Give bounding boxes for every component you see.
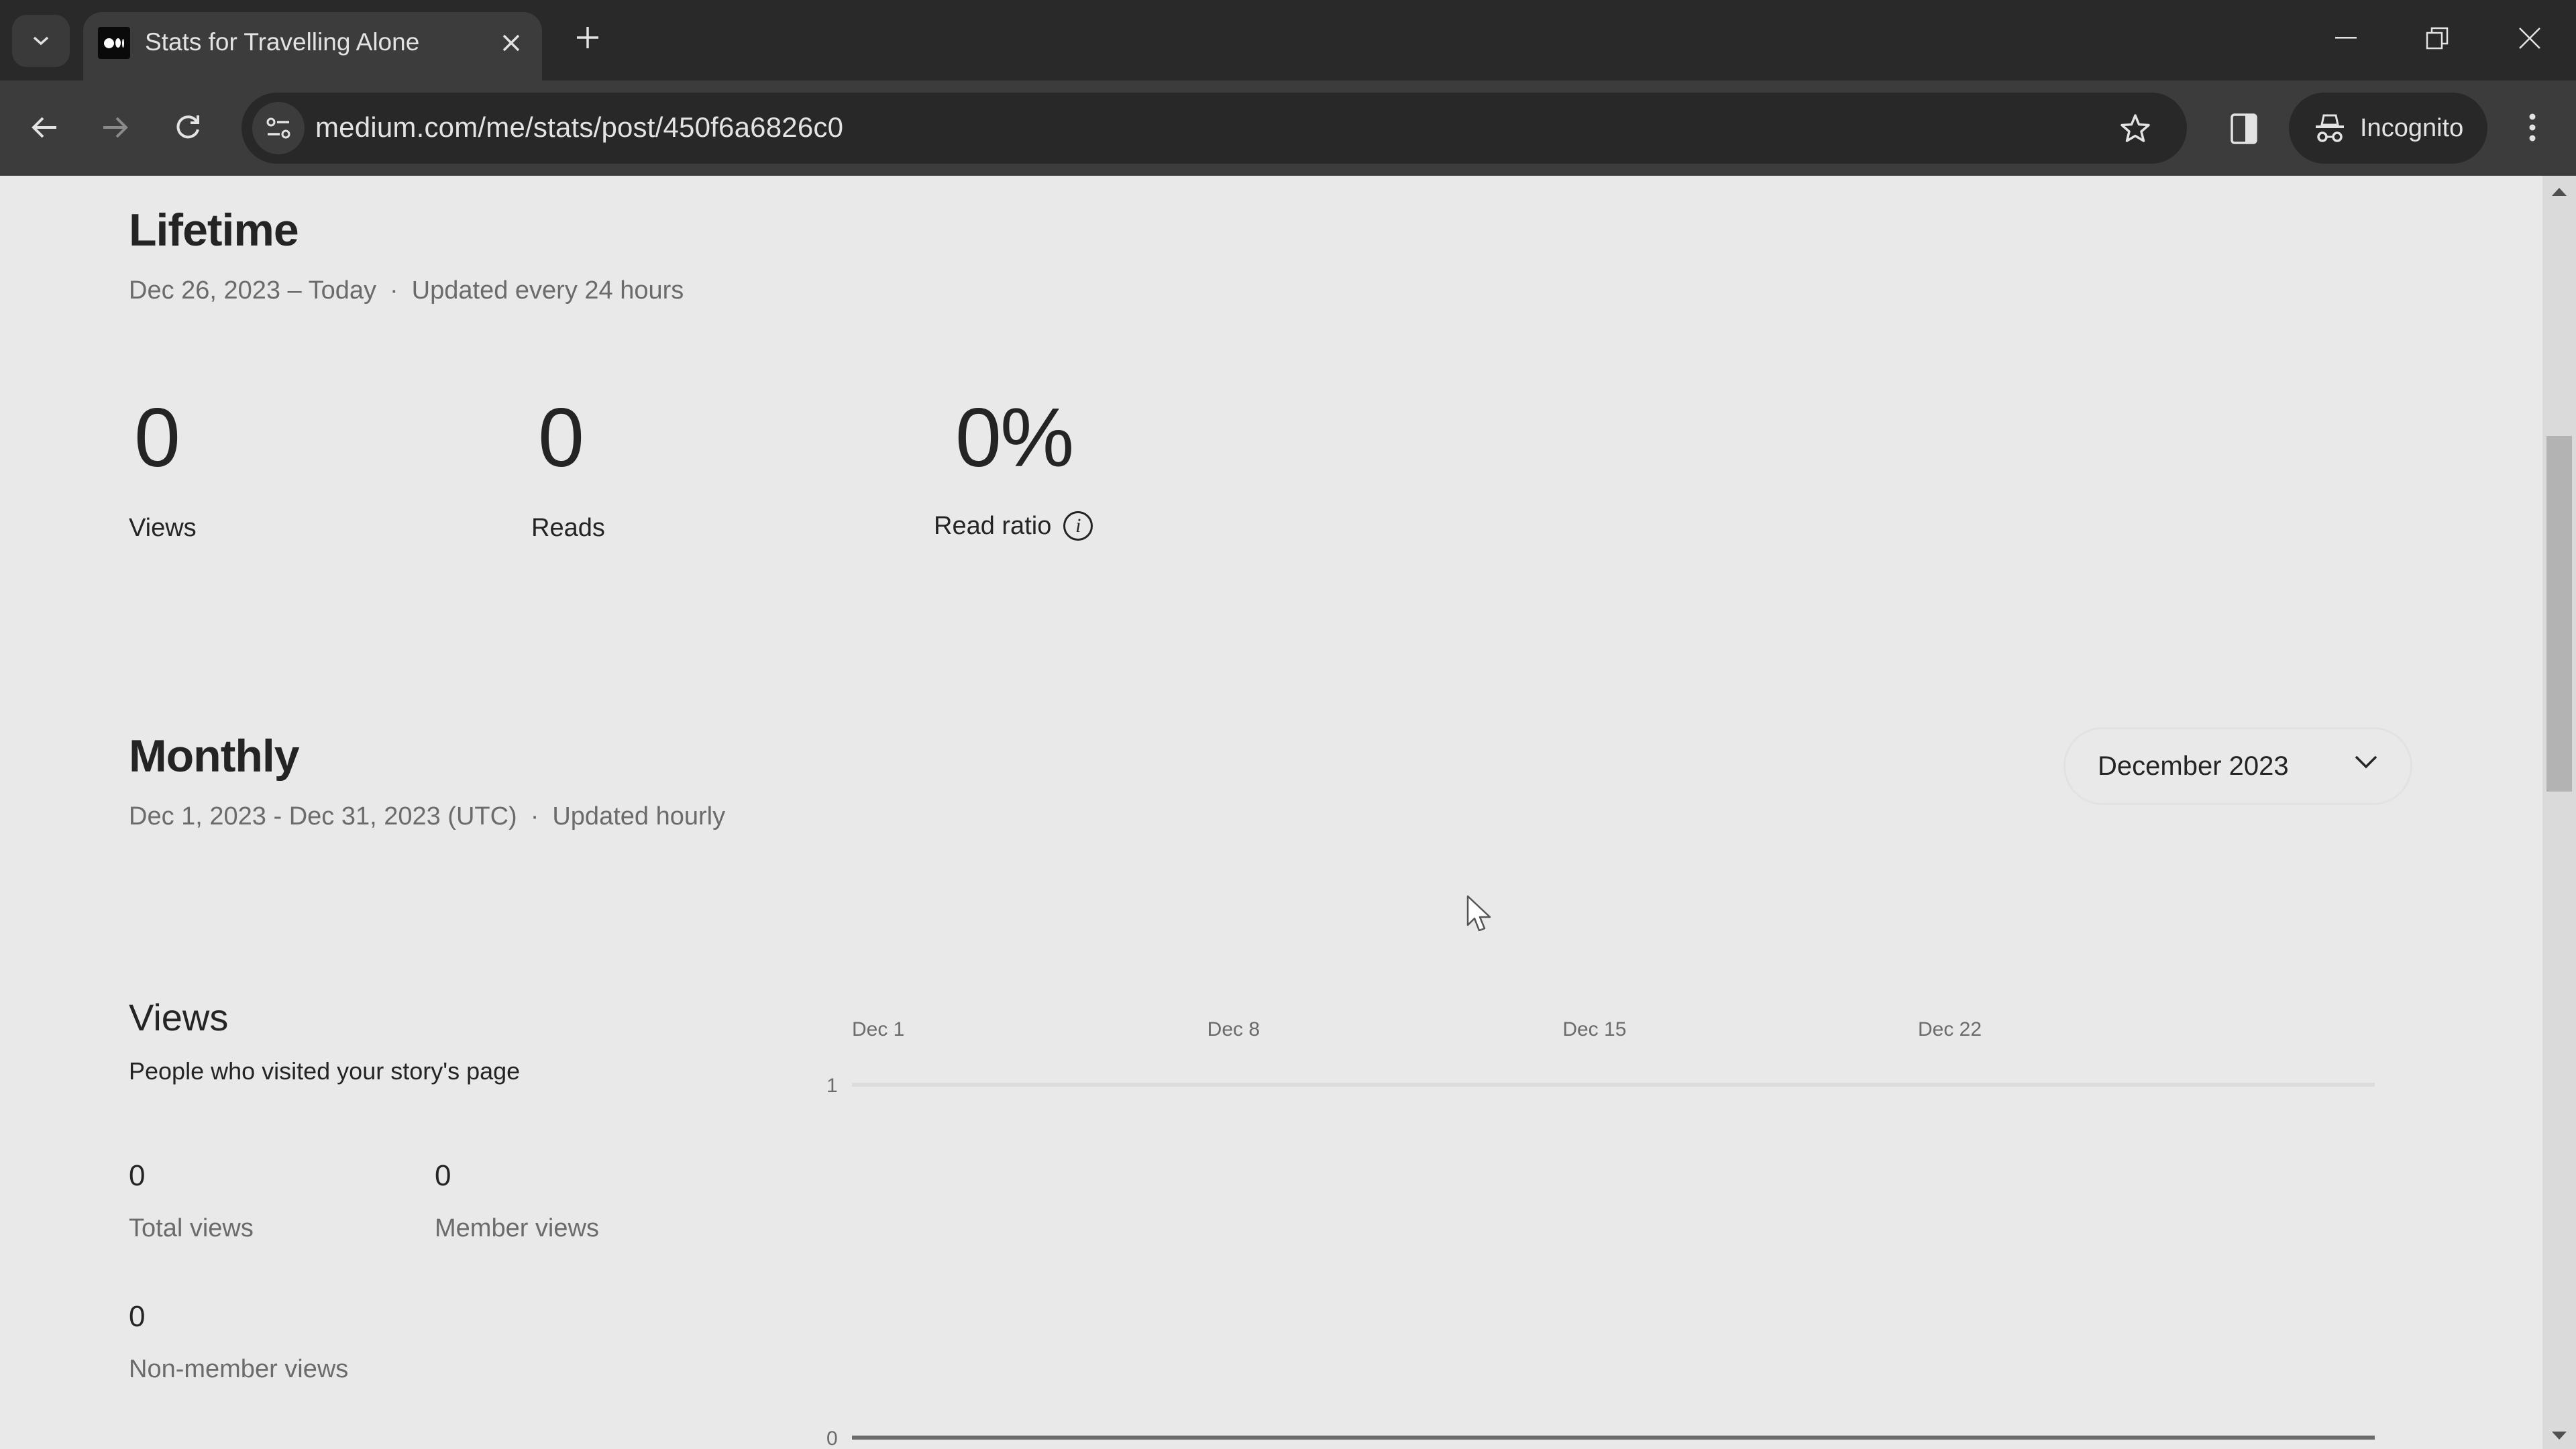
lifetime-views-value: 0 [134,392,180,484]
separator-dot: · [390,276,398,305]
tab-title: Stats for Travelling Alone [145,28,420,56]
browser-menu-button[interactable] [2509,101,2556,154]
bookmark-button[interactable] [2114,107,2156,149]
minimize-icon [2335,37,2357,39]
monthly-heading: Monthly [129,731,300,782]
lifetime-read-ratio-value: 0% [955,392,1074,484]
url-text[interactable]: medium.com/me/stats/post/450f6a6826c0 [315,111,843,144]
views-heading: Views [129,996,229,1038]
lifetime-read-ratio-label-group: Read ratio i [934,511,1093,541]
close-window-button[interactable] [2500,15,2560,62]
member-views-value: 0 [435,1159,451,1192]
month-select-dropdown[interactable]: December 2023 [2063,727,2412,805]
x-tick-label: Dec 22 [1918,1018,1982,1040]
non-member-views-label: Non-member views [129,1355,349,1383]
y-tick-label: 0 [826,1428,838,1449]
views-description: People who visited your story's page [129,1057,521,1085]
browser-tab-active[interactable]: Stats for Travelling Alone [83,12,542,80]
separator-dot: · [530,802,539,830]
restore-button[interactable] [2407,15,2467,62]
address-bar[interactable]: medium.com/me/stats/post/450f6a6826c0 [241,93,2187,164]
side-panel-button[interactable] [2220,107,2267,150]
browser-toolbar: medium.com/me/stats/post/450f6a6826c0 In… [0,80,2576,176]
restore-icon [2426,27,2449,50]
new-tab-button[interactable] [569,19,606,56]
member-views-label: Member views [435,1214,599,1242]
month-select-value: December 2023 [2098,751,2289,781]
y-tick-label: 1 [826,1075,838,1097]
arrow-left-icon [32,117,56,138]
mouse-cursor-icon [1466,895,1491,932]
info-icon[interactable]: i [1063,511,1093,541]
monthly-update-note: Updated hourly [552,802,726,830]
stats-page: Lifetime Dec 26, 2023 – Today · Updated ev… [0,176,2542,1449]
tab-close-button[interactable] [492,24,530,62]
monthly-subtitle: Dec 1, 2023 - Dec 31, 2023 (UTC) · Updated… [129,802,725,831]
minimize-button[interactable] [2316,15,2376,62]
scroll-up-arrow[interactable] [2552,188,2567,196]
side-panel-icon [2231,113,2257,144]
total-views-value: 0 [129,1159,146,1192]
incognito-label: Incognito [2360,113,2464,142]
lifetime-update-note: Updated every 24 hours [411,276,684,305]
x-tick-label: Dec 15 [1562,1018,1626,1040]
total-views-label: Total views [129,1214,254,1242]
lifetime-views-label: Views [129,514,197,542]
monthly-date-range: Dec 1, 2023 - Dec 31, 2023 (UTC) [129,802,517,830]
site-info-button[interactable] [252,102,305,154]
lifetime-date-range: Dec 26, 2023 – Today [129,276,377,305]
medium-logo-icon [98,27,130,59]
incognito-indicator[interactable]: Incognito [2289,93,2487,164]
views-chart: 1 0 Dec 1 Dec 8 Dec 15 Dec 22 [826,1018,2375,1449]
scroll-thumb[interactable] [2546,436,2572,792]
kebab-menu-icon [2529,113,2536,142]
read-ratio-label: Read ratio [934,511,1052,540]
plus-icon [577,27,598,48]
reload-button[interactable] [161,101,215,154]
arrow-right-icon [103,117,128,138]
back-button[interactable] [17,101,71,154]
chevron-down-icon [2355,755,2377,769]
non-member-views-value: 0 [129,1300,146,1333]
incognito-icon [2316,114,2344,142]
lifetime-reads-value: 0 [538,392,584,484]
page-scrollbar[interactable] [2542,176,2576,1449]
forward-button[interactable] [89,101,142,154]
lifetime-subtitle: Dec 26, 2023 – Today · Updated every 24 ho… [129,276,684,305]
lifetime-heading: Lifetime [129,205,299,256]
star-icon [2121,114,2150,142]
chevron-down-icon [33,36,49,46]
lifetime-reads-label: Reads [531,514,605,542]
scroll-down-arrow[interactable] [2552,1432,2567,1440]
close-icon [2519,28,2540,49]
x-tick-label: Dec 1 [852,1018,904,1040]
x-tick-label: Dec 8 [1208,1018,1260,1040]
browser-title-bar: Stats for Travelling Alone [0,0,2576,80]
close-icon [502,34,520,52]
tab-search-button[interactable] [12,15,70,67]
reload-icon [176,115,199,139]
tune-icon [266,117,290,139]
